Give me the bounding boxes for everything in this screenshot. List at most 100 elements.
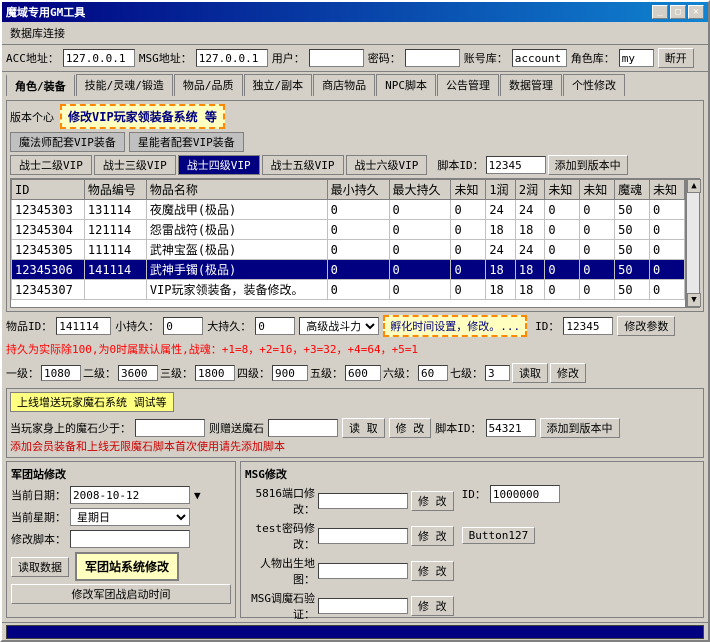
sub-tab-star[interactable]: 星能者配套VIP装备 [129, 132, 244, 152]
lv3-input[interactable] [195, 365, 235, 381]
max-dur-input[interactable] [255, 317, 295, 335]
msg-mod-btn-1[interactable]: 修 改 [411, 491, 454, 511]
acc-address-input[interactable] [63, 49, 135, 67]
msg-input-3[interactable] [318, 563, 408, 579]
guild-time-btn[interactable]: 修改军团战启动时间 [11, 584, 231, 604]
msg-label-3: 人物出生地图： [245, 555, 315, 587]
tab-announcement[interactable]: 公告管理 [437, 74, 499, 96]
vip-tab-2[interactable]: 战士二级VIP [10, 155, 92, 175]
msg-address-input[interactable] [196, 49, 268, 67]
menu-database[interactable]: 数据库连接 [6, 24, 69, 42]
version-label: 版本个心 [10, 109, 54, 125]
script-id-input[interactable] [486, 156, 546, 174]
table-row[interactable]: 12345303131114夜魔战甲(极品)000242400500 [12, 200, 685, 220]
col-id: ID [12, 180, 85, 200]
table-row[interactable]: 12345307VIP玩家领装备，装备修改。000181800500 [12, 280, 685, 300]
stone-mod-btn[interactable]: 修 改 [389, 418, 432, 438]
role-db-input[interactable] [619, 49, 654, 67]
guild-panel: 军团站修改 当前日期： ▼ 当前星期： 星期日 星期一 星期二 星期三 星期四 … [6, 461, 236, 618]
id-input2[interactable] [563, 317, 613, 335]
user-input[interactable] [309, 49, 364, 67]
table-scrollbar[interactable]: ▲ ▼ [686, 178, 700, 308]
msg-right-col: ID： Button127 [462, 485, 560, 622]
max-dur-label: 大持久： [207, 318, 251, 334]
lv5-input[interactable] [345, 365, 381, 381]
tab-npc-script[interactable]: NPC脚本 [376, 74, 436, 96]
vip-tab-4[interactable]: 战士四级VIP [178, 155, 260, 175]
guild-date-input[interactable] [70, 486, 190, 504]
vip-level-tabs: 战士二级VIP 战士三级VIP 战士四级VIP 战士五级VIP 战士六级VIP … [10, 155, 700, 175]
table-row[interactable]: 12345305111114武神宝盔(极品)000242400500 [12, 240, 685, 260]
tab-skill-soul[interactable]: 技能/灵魂/锻造 [76, 74, 173, 96]
title-buttons: _ □ ✕ [652, 5, 704, 19]
combat-select[interactable]: 高级战斗力 [299, 317, 379, 335]
stone-gift-input[interactable] [268, 419, 338, 437]
msg-mod-btn-2[interactable]: 修 改 [411, 526, 454, 546]
stone-add-btn[interactable]: 添加到版本中 [540, 418, 620, 438]
password-input[interactable] [405, 49, 460, 67]
stone-script-input[interactable] [486, 419, 536, 437]
menu-bar: 数据库连接 [2, 22, 708, 45]
lv7-input[interactable] [485, 365, 510, 381]
tab-shop-items[interactable]: 商店物品 [313, 74, 375, 96]
mod-params-btn[interactable]: 修改参数 [617, 316, 675, 336]
tab-independent[interactable]: 独立/副本 [244, 74, 313, 96]
add-to-version-btn[interactable]: 添加到版本中 [548, 155, 628, 175]
tab-role-equip[interactable]: 角色/装备 [6, 74, 75, 96]
col-max: 最大持久 [389, 180, 451, 200]
col-code: 物品编号 [84, 180, 146, 200]
msg-input-4[interactable] [318, 598, 408, 614]
stone-notice: 添加会员装备和上线无限魔石脚本首次使用请先添加脚本 [10, 438, 700, 454]
level-mod-btn[interactable]: 修改 [550, 363, 586, 383]
maximize-button[interactable]: □ [670, 5, 686, 19]
lv1-input[interactable] [41, 365, 81, 381]
scroll-down-arrow[interactable]: ▼ [687, 293, 701, 307]
col-unk3: 未知 [580, 180, 615, 200]
tab-item-quality[interactable]: 物品/品质 [174, 74, 243, 96]
guild-script-input[interactable] [70, 530, 190, 548]
vip-tab-5[interactable]: 战士五级VIP [262, 155, 344, 175]
minimize-button[interactable]: _ [652, 5, 668, 19]
lv6-input[interactable] [418, 365, 448, 381]
vip-section: 版本个心 修改VIP玩家领装备系统 等 魔法师配套VIP装备 星能者配套VIP装… [6, 100, 704, 312]
msg-input-1[interactable] [318, 493, 408, 509]
status-bar [2, 622, 708, 640]
msg-id-input[interactable] [490, 485, 560, 503]
msg-mod-btn-3[interactable]: 修 改 [411, 561, 454, 581]
guild-center-btn[interactable]: 军团站系统修改 [75, 552, 179, 581]
account-db-input[interactable] [512, 49, 567, 67]
msg-mod-btn-4[interactable]: 修 改 [411, 596, 454, 616]
lv4-input[interactable] [272, 365, 308, 381]
disconnect-button[interactable]: 断开 [658, 48, 694, 68]
title-bar: 魔域专用GM工具 _ □ ✕ [2, 2, 708, 22]
close-button[interactable]: ✕ [688, 5, 704, 19]
vip-tab-6[interactable]: 战士六级VIP [346, 155, 428, 175]
tab-personal[interactable]: 个性修改 [563, 74, 625, 96]
table-row[interactable]: 12345304121114怨雷战符(极品)000181800500 [12, 220, 685, 240]
main-window: 魔域专用GM工具 _ □ ✕ 数据库连接 ACC地址： MSG地址： 用户： 密… [0, 0, 710, 642]
msg-id-row: ID： [462, 485, 560, 503]
vip-tab-3[interactable]: 战士三级VIP [94, 155, 176, 175]
min-dur-input[interactable] [163, 317, 203, 335]
id-label2: ID： [535, 318, 559, 334]
guild-date-field: 当前日期： ▼ [11, 486, 231, 504]
guild-script-field: 修改脚本： [11, 530, 231, 548]
tab-data-mgmt[interactable]: 数据管理 [500, 74, 562, 96]
guild-buttons: 读取数据 军团站系统修改 [11, 552, 231, 581]
lv2-input[interactable] [118, 365, 158, 381]
sub-tab-mage[interactable]: 魔法师配套VIP装备 [10, 132, 125, 152]
level-read-btn[interactable]: 读取 [512, 363, 548, 383]
stone-read-btn[interactable]: 读 取 [342, 418, 385, 438]
date-dropdown-icon[interactable]: ▼ [194, 489, 201, 502]
scroll-up-arrow[interactable]: ▲ [687, 179, 701, 193]
lv6-label: 六级： [383, 365, 416, 381]
msg-input-2[interactable] [318, 528, 408, 544]
stone-threshold-input[interactable] [135, 419, 205, 437]
guild-read-btn[interactable]: 读取数据 [11, 557, 69, 577]
msg-button127[interactable]: Button127 [462, 527, 536, 544]
vip-table-container[interactable]: ID 物品编号 物品名称 最小持久 最大持久 未知 1润 2润 未知 未知 魔魂 [10, 178, 686, 308]
col-unk1: 未知 [451, 180, 486, 200]
item-id-input[interactable] [56, 317, 111, 335]
table-row[interactable]: 12345306141114武神手镯(极品)000181800500 [12, 260, 685, 280]
guild-week-select[interactable]: 星期日 星期一 星期二 星期三 星期四 星期五 星期六 [70, 508, 190, 526]
